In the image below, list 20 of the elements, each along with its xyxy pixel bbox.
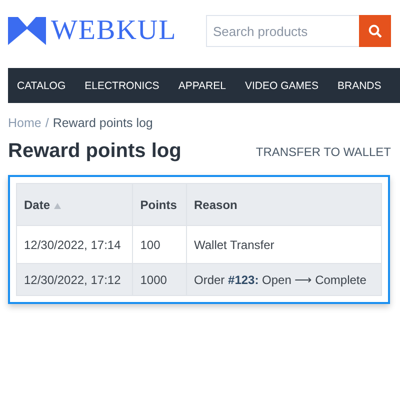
column-header: Reason bbox=[186, 184, 382, 226]
nav-link[interactable]: ELECTRONICS bbox=[84, 80, 160, 92]
search-icon bbox=[368, 24, 382, 38]
breadcrumb-current: Reward points log bbox=[52, 116, 153, 130]
nav-link[interactable]: VIDEO GAMES bbox=[244, 80, 318, 92]
logo-text: WEBKUL bbox=[51, 15, 177, 47]
table-cell: Order #123: Open ⟶ Complete bbox=[186, 264, 382, 296]
nav-link[interactable]: CATALOG bbox=[17, 80, 66, 92]
table-cell: 12/30/2022, 17:12 bbox=[16, 264, 133, 296]
search-button[interactable] bbox=[359, 15, 391, 47]
column-header: Points bbox=[132, 184, 186, 226]
breadcrumb-separator: / bbox=[45, 116, 49, 130]
column-header[interactable]: Date bbox=[16, 184, 133, 226]
transfer-link[interactable]: TRANSFER TO WALLET bbox=[256, 144, 391, 158]
search-field[interactable]: Search products bbox=[206, 15, 359, 47]
nav-link[interactable]: APPAREL bbox=[178, 80, 226, 92]
page-title: Reward points log bbox=[8, 140, 182, 163]
table-cell: 1000 bbox=[132, 264, 186, 296]
nav-link[interactable]: BRANDS bbox=[338, 80, 382, 92]
logo-icon bbox=[8, 17, 46, 45]
